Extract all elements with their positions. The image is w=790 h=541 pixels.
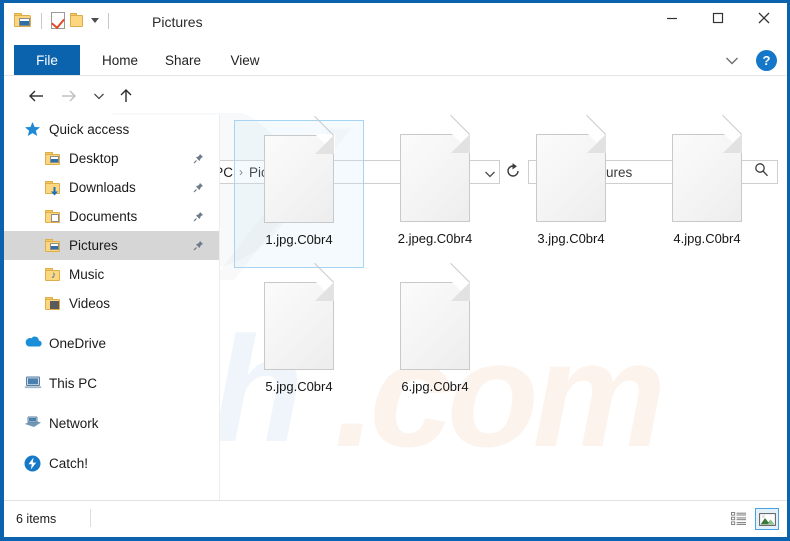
generic-file-icon	[536, 114, 607, 222]
close-button[interactable]	[741, 3, 787, 33]
sidebar-item-videos[interactable]: Videos	[4, 289, 219, 318]
tab-home[interactable]: Home	[90, 45, 150, 75]
sidebar-item-pictures[interactable]: Pictures	[4, 231, 219, 260]
status-separator	[90, 509, 91, 527]
window-controls	[649, 3, 787, 33]
generic-file-icon	[264, 115, 335, 223]
sidebar-item-catch[interactable]: Catch!	[4, 449, 219, 478]
file-item[interactable]: 5.jpg.C0br4	[234, 262, 364, 416]
file-name: 5.jpg.C0br4	[265, 379, 333, 394]
address-bar: › This PC › Pictures Search Pictures	[4, 79, 787, 184]
pin-icon[interactable]	[193, 180, 204, 198]
forward-button[interactable]	[56, 84, 80, 108]
file-name: 2.jpeg.C0br4	[397, 231, 473, 246]
sidebar-item-label: Desktop	[69, 151, 119, 166]
window-client-area: ⁄ ish .com Pictures	[4, 3, 787, 537]
window-title: Pictures	[152, 14, 203, 30]
network-icon	[24, 415, 42, 433]
sidebar-item-onedrive[interactable]: OneDrive	[4, 329, 219, 358]
folder-downloads-icon	[44, 179, 62, 197]
sidebar-item-label: Quick access	[49, 122, 130, 137]
sidebar-item-label: Network	[49, 416, 99, 431]
status-bar: 6 items	[4, 500, 787, 537]
tab-file[interactable]: File	[14, 45, 80, 75]
large-icons-view-button[interactable]	[755, 508, 779, 530]
catch-icon	[24, 455, 42, 473]
sidebar-item-network[interactable]: Network	[4, 409, 219, 438]
sidebar-item-label: This PC	[49, 376, 98, 391]
sidebar-item-this-pc[interactable]: This PC	[4, 369, 219, 398]
generic-file-icon	[400, 262, 471, 370]
folder-videos-icon	[44, 295, 62, 313]
customize-qat-caret-icon[interactable]	[91, 18, 99, 23]
file-item[interactable]: 1.jpg.C0br4	[234, 115, 364, 268]
folder-desktop-icon	[44, 150, 62, 168]
star-icon	[24, 121, 42, 139]
sidebar-gap-2	[4, 358, 219, 369]
file-name: 4.jpg.C0br4	[673, 231, 741, 246]
pin-icon[interactable]	[193, 209, 204, 227]
tab-share[interactable]: Share	[154, 45, 212, 75]
sidebar-item-label: Videos	[69, 296, 111, 311]
sidebar-item-label: Downloads	[69, 180, 136, 195]
file-name: 3.jpg.C0br4	[537, 231, 605, 246]
sidebar-item-documents[interactable]: Documents	[4, 202, 219, 231]
maximize-button[interactable]	[695, 3, 741, 33]
navigation-pane: Quick access Desktop Downloads Documents…	[4, 115, 219, 500]
file-item[interactable]: 2.jpeg.C0br4	[370, 114, 500, 268]
file-item[interactable]: 6.jpg.C0br4	[370, 262, 500, 416]
sidebar-item-label: OneDrive	[49, 336, 107, 351]
title-bar: Pictures	[4, 3, 787, 43]
onedrive-cloud-icon	[24, 335, 42, 353]
folder-music-icon: ♪	[44, 266, 62, 284]
file-list-view[interactable]: 1.jpg.C0br4 2.jpeg.C0br4 3.jpg.C0br4 4.j…	[220, 114, 787, 500]
generic-file-icon	[264, 262, 335, 370]
file-name: 6.jpg.C0br4	[401, 379, 469, 394]
folder-picture-icon[interactable]	[14, 13, 32, 28]
item-count-label: 6 items	[16, 512, 57, 526]
file-explorer-window: ⁄ ish .com Pictures	[0, 0, 790, 541]
help-button[interactable]: ?	[756, 50, 777, 71]
pin-icon[interactable]	[193, 151, 204, 169]
chevron-down-icon[interactable]	[719, 49, 745, 73]
file-item[interactable]: 3.jpg.C0br4	[506, 114, 636, 268]
sidebar-item-desktop[interactable]: Desktop	[4, 144, 219, 173]
ribbon-divider	[4, 75, 787, 76]
qat-separator	[41, 12, 42, 29]
folder-pictures-icon	[44, 237, 62, 255]
sidebar-item-label: Catch!	[49, 456, 89, 471]
this-pc-icon	[24, 375, 42, 393]
recent-locations-button[interactable]	[87, 84, 111, 108]
properties-icon[interactable]	[51, 12, 65, 30]
sidebar-item-label: Music	[69, 267, 105, 282]
details-view-button[interactable]	[727, 508, 751, 530]
sidebar-item-music[interactable]: ♪ Music	[4, 260, 219, 289]
file-item[interactable]: 4.jpg.C0br4	[642, 114, 772, 268]
generic-file-icon	[672, 114, 743, 222]
quick-access-toolbar	[14, 12, 113, 30]
up-button[interactable]	[114, 84, 138, 108]
generic-file-icon	[400, 114, 471, 222]
qat-separator-2	[108, 12, 109, 29]
minimize-button[interactable]	[649, 3, 695, 33]
sidebar-gap-4	[4, 438, 219, 449]
tab-view[interactable]: View	[218, 45, 272, 75]
sidebar-gap-1	[4, 318, 219, 329]
folder-documents-icon	[44, 208, 62, 226]
sidebar-item-quick-access[interactable]: Quick access	[4, 115, 219, 144]
new-folder-icon[interactable]	[70, 13, 84, 28]
sidebar-item-label: Documents	[69, 209, 138, 224]
sidebar-item-downloads[interactable]: Downloads	[4, 173, 219, 202]
pin-icon[interactable]	[193, 238, 204, 256]
sidebar-item-label: Pictures	[69, 238, 118, 253]
back-button[interactable]	[24, 84, 48, 108]
ribbon-tab-row: File Home Share View	[4, 45, 787, 75]
file-name: 1.jpg.C0br4	[265, 232, 333, 247]
sidebar-gap-3	[4, 398, 219, 409]
